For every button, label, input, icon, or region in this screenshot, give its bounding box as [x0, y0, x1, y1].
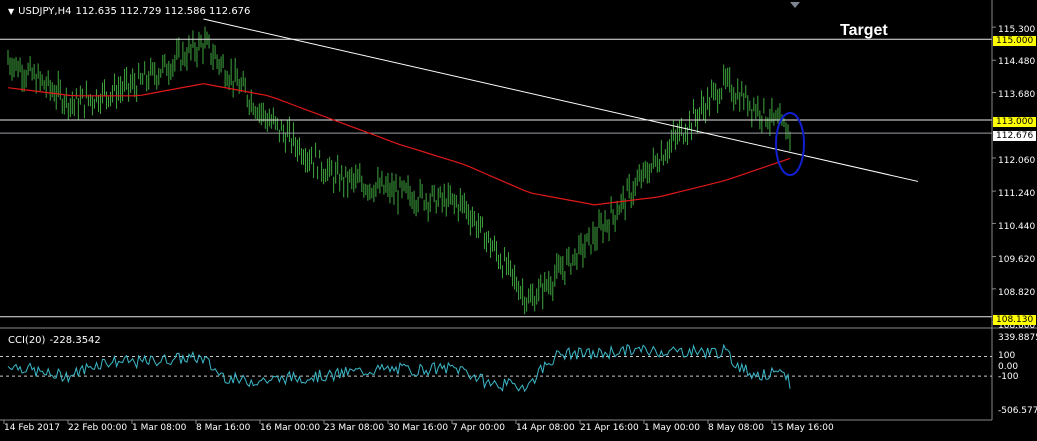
price-axis-label: 108.820 [998, 288, 1036, 298]
time-axis-label: 1 May 00:00 [644, 423, 700, 433]
level-tag-mid[interactable]: 113.000 [993, 117, 1037, 127]
symbol-header: ▼ USDJPY,H4 112.635 112.729 112.586 112.… [8, 6, 250, 17]
chart-shift-marker[interactable] [790, 2, 800, 8]
cci-axis-label: 0.00 [998, 362, 1019, 372]
time-axis-label: 1 Mar 08:00 [132, 423, 187, 433]
time-axis-label: 23 Mar 08:00 [324, 423, 385, 433]
time-axis-label: 16 Mar 00:00 [260, 423, 321, 433]
time-axis-label: 8 May 08:00 [708, 423, 764, 433]
time-axis-label: 21 Apr 16:00 [580, 423, 639, 433]
time-axis-label: 14 Apr 08:00 [516, 423, 575, 433]
symbol-label: USDJPY,H4 [18, 6, 72, 17]
level-tag-low[interactable]: 108.130 [993, 315, 1037, 325]
ohlc-values: 112.635 112.729 112.586 112.676 [75, 6, 251, 17]
price-axis-label: 109.620 [998, 255, 1036, 265]
collapse-triangle-icon[interactable]: ▼ [8, 7, 14, 16]
chart-background [0, 0, 1037, 441]
price-axis-label: 111.240 [998, 189, 1036, 199]
price-axis-label: 114.480 [998, 57, 1036, 67]
cci-axis-label: 100 [998, 351, 1016, 361]
cci-value: -228.3542 [49, 335, 101, 346]
price-chart[interactable] [0, 0, 1037, 441]
price-axis-label: 112.060 [998, 156, 1036, 166]
target-annotation[interactable]: Target [840, 22, 888, 40]
current-price-tag: 112.676 [993, 131, 1037, 141]
cci-header: CCI(20) -228.3542 [8, 335, 101, 346]
price-axis-label: 110.440 [998, 222, 1036, 232]
cci-name: CCI(20) [8, 335, 46, 346]
time-axis-label: 8 Mar 16:00 [196, 423, 251, 433]
time-axis-label: 22 Feb 00:00 [68, 423, 128, 433]
time-axis-label: 15 May 16:00 [772, 423, 834, 433]
time-axis-label: 14 Feb 2017 [4, 423, 61, 433]
cci-axis-label: 339.8875 [998, 333, 1037, 343]
time-axis-label: 7 Apr 00:00 [452, 423, 505, 433]
price-axis-label: 113.680 [998, 90, 1036, 100]
cci-axis-label: -506.5773 [998, 406, 1037, 416]
time-axis-label: 30 Mar 16:00 [388, 423, 449, 433]
cci-axis-label: -100 [998, 372, 1019, 382]
level-tag-high[interactable]: 115.000 [993, 36, 1037, 46]
price-axis-label: 115.300 [998, 25, 1036, 35]
